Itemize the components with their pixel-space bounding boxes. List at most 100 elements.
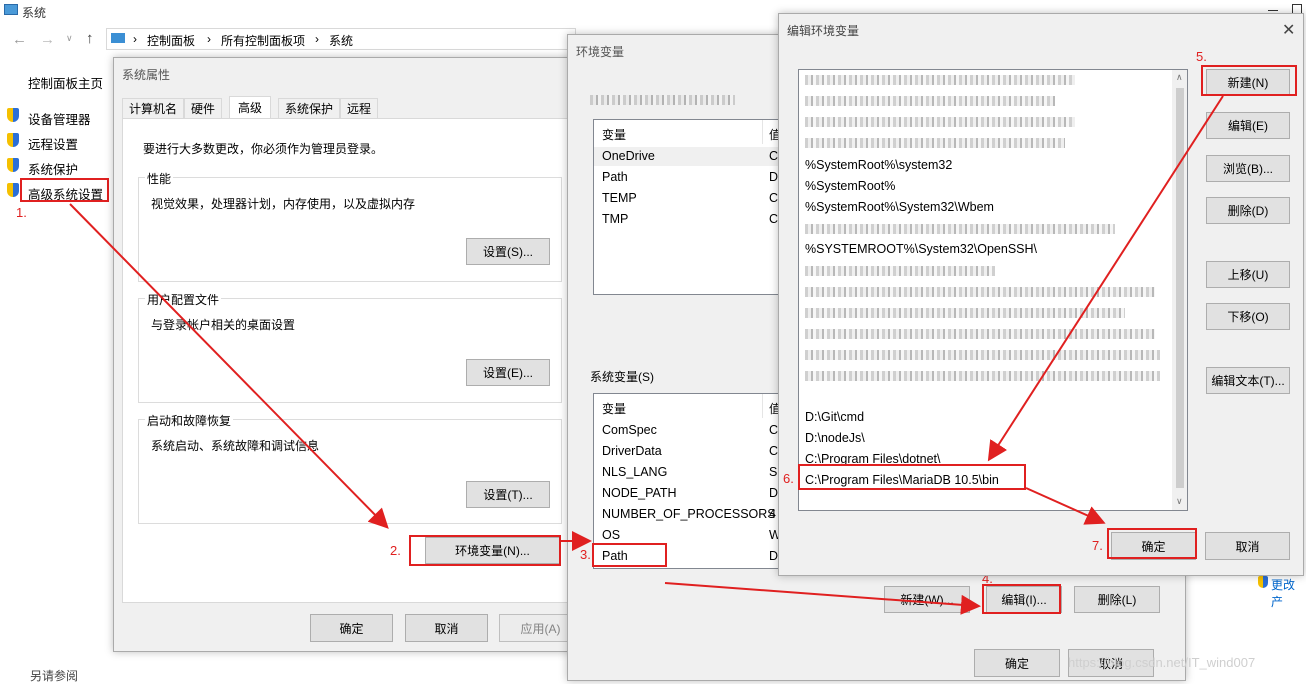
user-var-name[interactable]: OneDrive (602, 149, 655, 163)
path-entries-list[interactable]: %SystemRoot%\system32 %SystemRoot% %Syst… (798, 69, 1188, 511)
browse-button[interactable]: 浏览(B)... (1206, 155, 1290, 182)
tab-bar: 计算机名 硬件 高级 系统保护 远程 (122, 96, 572, 120)
dialog-title: 系统属性 (122, 68, 171, 82)
forward-arrow-icon[interactable]: → (40, 31, 55, 48)
path-entry[interactable]: D:\nodeJs\ (805, 431, 865, 445)
highlight-edit-button (982, 584, 1061, 614)
user-vars-label-obscured (590, 95, 735, 105)
step-1-label: 1. (16, 205, 27, 220)
address-bar[interactable]: › 控制面板 › 所有控制面板项 › 系统 (106, 28, 576, 50)
breadcrumb-all-items[interactable]: 所有控制面板项 (221, 32, 305, 49)
obscured-entry (805, 224, 1115, 234)
shield-icon (1258, 576, 1268, 588)
delete-entry-button[interactable]: 删除(D) (1206, 197, 1290, 224)
system-var-name[interactable]: NLS_LANG (602, 465, 667, 479)
highlight-advanced (20, 178, 109, 202)
startup-recovery-group: 启动和故障恢复 系统启动、系统故障和调试信息 设置(T)... (138, 412, 562, 524)
obscured-entry (805, 287, 1155, 297)
step-7-label: 7. (1092, 538, 1103, 553)
user-var-name[interactable]: TEMP (602, 191, 637, 205)
obscured-entry (805, 350, 1160, 360)
highlight-env-button (409, 535, 561, 566)
shield-icon (7, 158, 19, 172)
system-vars-label: 系统变量(S) (590, 370, 654, 384)
header-divider (762, 394, 763, 418)
minimize-icon[interactable] (1268, 10, 1278, 11)
scroll-down-icon[interactable]: ∨ (1176, 496, 1183, 507)
system-var-value[interactable]: D (769, 486, 778, 500)
header-divider (762, 120, 763, 144)
edit-entry-button[interactable]: 编辑(E) (1206, 112, 1290, 139)
dialog-title: 编辑环境变量 (787, 24, 860, 38)
up-arrow-icon[interactable]: ↑ (86, 30, 94, 47)
path-entry[interactable]: D:\Git\cmd (805, 410, 864, 424)
scrollbar[interactable]: ∧ ∨ (1172, 70, 1187, 510)
admin-note: 要进行大多数更改，你必须作为管理员登录。 (143, 142, 384, 156)
user-var-value[interactable]: D (769, 170, 778, 184)
column-header-variable[interactable]: 变量 (602, 126, 626, 143)
edit-text-button[interactable]: 编辑文本(T)... (1206, 367, 1290, 394)
user-profiles-settings-button[interactable]: 设置(E)... (466, 359, 550, 386)
shield-icon (7, 133, 19, 147)
ok-button[interactable]: 确定 (974, 649, 1060, 677)
startup-recovery-settings-button[interactable]: 设置(T)... (466, 481, 550, 508)
path-entry[interactable]: %SystemRoot%\System32\Wbem (805, 200, 994, 214)
cancel-button[interactable]: 取消 (1205, 532, 1290, 560)
step-5-label: 5. (1196, 49, 1207, 64)
sidebar-home-link[interactable]: 控制面板主页 (28, 73, 103, 92)
performance-settings-button[interactable]: 设置(S)... (466, 238, 550, 265)
breadcrumb-system[interactable]: 系统 (329, 32, 353, 49)
performance-desc: 视觉效果，处理器计划，内存使用，以及虚拟内存 (151, 197, 416, 211)
system-var-name[interactable]: NODE_PATH (602, 486, 677, 500)
change-settings-link[interactable]: 更改产 (1271, 576, 1306, 610)
shield-icon (7, 108, 19, 122)
path-entry[interactable]: %SystemRoot% (805, 179, 895, 193)
sidebar-item-protection[interactable]: 系统保护 (28, 159, 78, 178)
sidebar-item-device-manager[interactable]: 设备管理器 (28, 109, 91, 128)
close-icon[interactable]: ✕ (1282, 20, 1295, 40)
performance-label: 性能 (145, 170, 174, 187)
tab-panel: 要进行大多数更改，你必须作为管理员登录。 性能 视觉效果，处理器计划，内存使用，… (122, 118, 574, 603)
column-header-variable[interactable]: 变量 (602, 400, 626, 417)
system-var-value[interactable]: 4 (769, 507, 776, 521)
breadcrumb-control-panel[interactable]: 控制面板 (147, 32, 195, 49)
window-title: 系统 (22, 6, 47, 20)
system-var-name[interactable]: ComSpec (602, 423, 657, 437)
breadcrumb-sep-icon: › (133, 32, 137, 46)
delete-system-var-button[interactable]: 删除(L) (1074, 586, 1160, 613)
back-arrow-icon[interactable]: ← (12, 31, 27, 48)
tab-protection[interactable]: 系统保护 (278, 98, 341, 119)
move-down-button[interactable]: 下移(O) (1206, 303, 1290, 330)
obscured-entry (805, 117, 1075, 127)
breadcrumb-sep-icon: › (315, 32, 319, 46)
path-entry[interactable]: %SYSTEMROOT%\System32\OpenSSH\ (805, 242, 1037, 256)
cancel-button[interactable]: 取消 (405, 614, 488, 642)
step-3-label: 3. (580, 547, 591, 562)
user-var-name[interactable]: TMP (602, 212, 628, 226)
step-6-label: 6. (783, 471, 794, 486)
path-entry[interactable]: %SystemRoot%\system32 (805, 158, 952, 172)
scroll-up-icon[interactable]: ∧ (1176, 72, 1183, 83)
tab-hardware[interactable]: 硬件 (184, 98, 223, 119)
system-var-name[interactable]: NUMBER_OF_PROCESSORS (602, 507, 776, 521)
user-var-name[interactable]: Path (602, 170, 628, 184)
ok-button[interactable]: 确定 (310, 614, 393, 642)
user-profiles-group: 用户配置文件 与登录帐户相关的桌面设置 设置(E)... (138, 291, 562, 403)
system-var-name[interactable]: DriverData (602, 444, 662, 458)
history-chevron-icon[interactable]: ∨ (66, 33, 73, 44)
tab-computer-name[interactable]: 计算机名 (122, 98, 185, 119)
system-var-name[interactable]: OS (602, 528, 620, 542)
move-up-button[interactable]: 上移(U) (1206, 261, 1290, 288)
new-system-var-button[interactable]: 新建(W)... (884, 586, 970, 613)
startup-recovery-label: 启动和故障恢复 (145, 412, 234, 429)
sidebar-item-remote[interactable]: 远程设置 (28, 134, 78, 153)
highlight-new-button (1201, 65, 1297, 96)
tab-remote[interactable]: 远程 (340, 98, 379, 119)
system-var-value[interactable]: D (769, 549, 778, 563)
obscured-entry (805, 138, 1065, 148)
tab-advanced[interactable]: 高级 (229, 96, 272, 120)
user-vars-list[interactable]: 变量 值 OneDrive Path TEMP TMP C: D C: C: (593, 119, 793, 295)
dialog-title: 环境变量 (576, 45, 625, 59)
edit-environment-variable-dialog: 编辑环境变量 ✕ %SystemRoot%\system32 %SystemRo… (778, 13, 1304, 576)
scroll-thumb[interactable] (1176, 88, 1184, 488)
